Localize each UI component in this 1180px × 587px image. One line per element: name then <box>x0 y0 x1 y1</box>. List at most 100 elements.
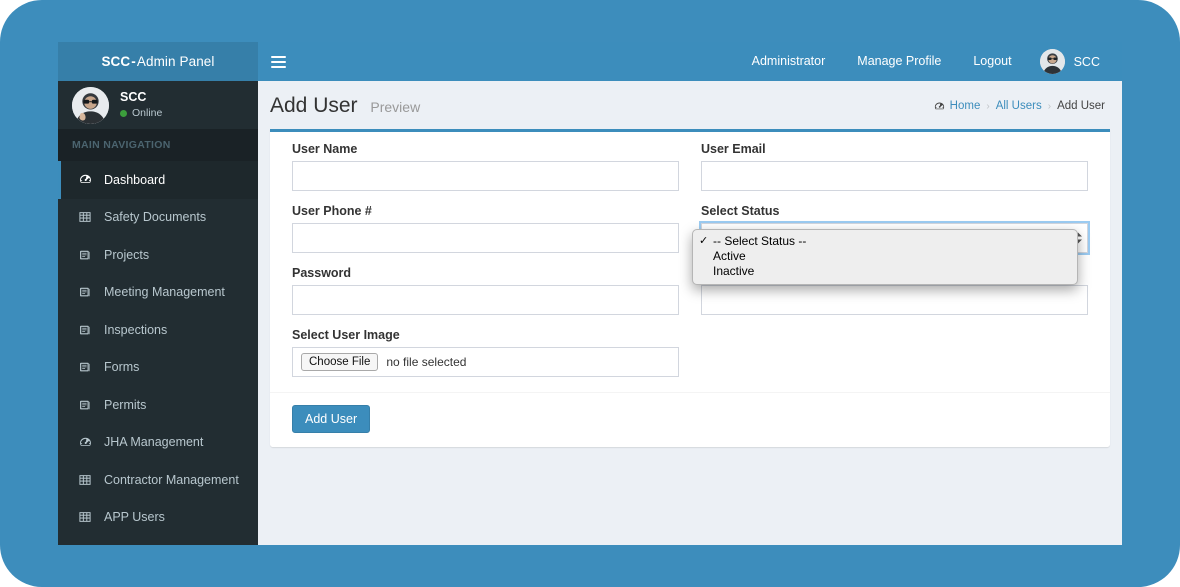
dashboard-icon <box>75 173 95 186</box>
dashboard-icon <box>934 101 945 112</box>
content-body: User Name User Phone # Password Select U… <box>258 129 1122 447</box>
user-phone-input[interactable] <box>292 223 679 253</box>
page-title-text: Add User <box>270 94 358 117</box>
table-icon <box>75 511 95 523</box>
status-option-select-status[interactable]: ✓ -- Select Status -- <box>693 234 1077 249</box>
book-icon <box>75 399 95 411</box>
sidebar-item-contractor-management[interactable]: Contractor Management <box>58 461 258 499</box>
user-avatar-icon <box>1039 49 1065 74</box>
label-select-status: Select Status <box>701 204 780 218</box>
sidebar-item-label: Projects <box>104 247 150 262</box>
avatar-graphic <box>72 86 109 124</box>
sidebar-user-panel: SCC Online <box>58 81 258 129</box>
field-user-email: User Email <box>701 142 1088 191</box>
breadcrumb-separator: › <box>1047 100 1052 112</box>
sidebar-user-status-label: Online <box>132 107 163 120</box>
sidebar-item-label: Contractor Management <box>104 472 239 487</box>
obscured-input[interactable] <box>701 285 1088 315</box>
admin-panel-window: SCC - Admin Panel Administrator Manage P… <box>58 42 1122 545</box>
sidebar-item-label: Forms <box>104 360 140 375</box>
breadcrumb-link-all-users[interactable]: All Users <box>996 100 1042 112</box>
form-box-footer: Add User <box>270 392 1110 447</box>
sidebar-item-app-users[interactable]: APP Users <box>58 499 258 537</box>
hamburger-icon <box>270 55 286 68</box>
top-navbar: SCC - Admin Panel Administrator Manage P… <box>58 42 1122 81</box>
brand-logo[interactable]: SCC - Admin Panel <box>58 42 258 81</box>
navbar-right-menu: Administrator Manage Profile Logout SCC <box>736 42 1114 81</box>
sidebar-item-label: Dashboard <box>104 172 166 187</box>
sidebar-user-info: SCC Online <box>120 90 162 121</box>
choose-file-button[interactable]: Choose File <box>301 352 379 372</box>
status-option-inactive[interactable]: Inactive <box>693 264 1077 279</box>
add-user-form-box: User Name User Phone # Password Select U… <box>270 129 1110 447</box>
password-input[interactable] <box>292 285 679 315</box>
sidebar-item-label: JHA Management <box>104 435 204 450</box>
sidebar-toggle-button[interactable] <box>258 42 298 81</box>
table-icon <box>75 211 95 223</box>
browser-frame: SCC - Admin Panel Administrator Manage P… <box>0 0 1180 587</box>
file-selected-status: no file selected <box>386 355 467 369</box>
sidebar-item-label: Meeting Management <box>104 285 225 300</box>
sidebar-item-label: Safety Documents <box>104 210 207 225</box>
breadcrumb-link-home[interactable]: Home <box>950 100 981 112</box>
status-option-active[interactable]: Active <box>693 249 1077 264</box>
navbar-user-name: SCC <box>1073 54 1100 69</box>
breadcrumb-current-add-user: Add User <box>1057 100 1105 112</box>
breadcrumb-separator: › <box>986 100 990 112</box>
status-option-label: Active <box>713 249 746 263</box>
table-icon <box>75 474 95 486</box>
user-name-input[interactable] <box>292 161 679 191</box>
sidebar-nav-header: MAIN NAVIGATION <box>58 129 258 161</box>
sidebar-item-projects[interactable]: Projects <box>58 236 258 274</box>
online-status-dot-icon <box>120 110 127 118</box>
brand-logo-separator: - <box>131 54 136 69</box>
label-user-name: User Name <box>292 142 358 156</box>
navbar-user-menu[interactable]: SCC <box>1028 49 1114 74</box>
sidebar-item-jha-management[interactable]: JHA Management <box>58 424 258 462</box>
nav-link-logout[interactable]: Logout <box>957 42 1027 81</box>
book-icon <box>75 286 95 298</box>
nav-link-administrator[interactable]: Administrator <box>736 42 842 81</box>
form-box-body: User Name User Phone # Password Select U… <box>270 132 1110 392</box>
status-option-label: -- Select Status -- <box>713 234 807 248</box>
content-header: Add User Preview Home › All Users › Add … <box>258 81 1122 129</box>
user-email-input[interactable] <box>701 161 1088 191</box>
sidebar-item-label: APP Users <box>104 510 165 525</box>
status-select-wrapper: ✓ -- Select Status -- Active Inactive <box>692 223 1088 285</box>
status-select-dropdown-menu[interactable]: ✓ -- Select Status -- Active Inactive <box>692 229 1078 285</box>
brand-logo-mini: SCC <box>101 54 131 69</box>
sidebar-item-inspections[interactable]: Inspections <box>58 311 258 349</box>
dashboard-icon <box>75 436 95 449</box>
page-subtitle: Preview <box>370 99 421 115</box>
book-icon <box>75 324 95 336</box>
sidebar-menu: Dashboard Safety Documents Projects Meet… <box>58 161 258 536</box>
label-user-email: User Email <box>701 142 766 156</box>
form-col-right: User Email Select Status ✓ -- Select Sta… <box>690 142 1099 390</box>
sidebar-user-status: Online <box>120 107 162 120</box>
check-icon: ✓ <box>699 235 709 247</box>
sidebar-item-safety-documents[interactable]: Safety Documents <box>58 199 258 237</box>
status-option-label: Inactive <box>713 264 755 278</box>
avatar-graphic <box>1039 49 1065 74</box>
user-image-file-input[interactable]: Choose File no file selected <box>292 347 679 377</box>
add-user-submit-button[interactable]: Add User <box>292 405 371 433</box>
book-icon <box>75 249 95 261</box>
form-row-1: User Name User Phone # Password Select U… <box>281 142 1099 390</box>
sidebar-item-label: Permits <box>104 397 147 412</box>
sidebar-item-dashboard[interactable]: Dashboard <box>58 161 258 199</box>
sidebar: SCC Online MAIN NAVIGATION Dashboard Saf… <box>58 81 258 545</box>
field-user-image: Select User Image Choose File no file se… <box>292 328 679 377</box>
sidebar-item-forms[interactable]: Forms <box>58 349 258 387</box>
sidebar-item-label: Inspections <box>104 322 168 337</box>
sidebar-avatar-icon <box>72 86 109 124</box>
nav-link-manage-profile[interactable]: Manage Profile <box>841 42 957 81</box>
field-user-name: User Name <box>292 142 679 191</box>
sidebar-item-permits[interactable]: Permits <box>58 386 258 424</box>
sidebar-user-name: SCC <box>120 89 147 104</box>
field-select-status: Select Status ✓ -- Select Status -- Acti… <box>692 204 1088 285</box>
label-password: Password <box>292 266 352 280</box>
field-password: Password <box>292 266 679 315</box>
field-user-phone: User Phone # <box>292 204 679 253</box>
label-user-image: Select User Image <box>292 328 400 342</box>
sidebar-item-meeting-management[interactable]: Meeting Management <box>58 274 258 312</box>
